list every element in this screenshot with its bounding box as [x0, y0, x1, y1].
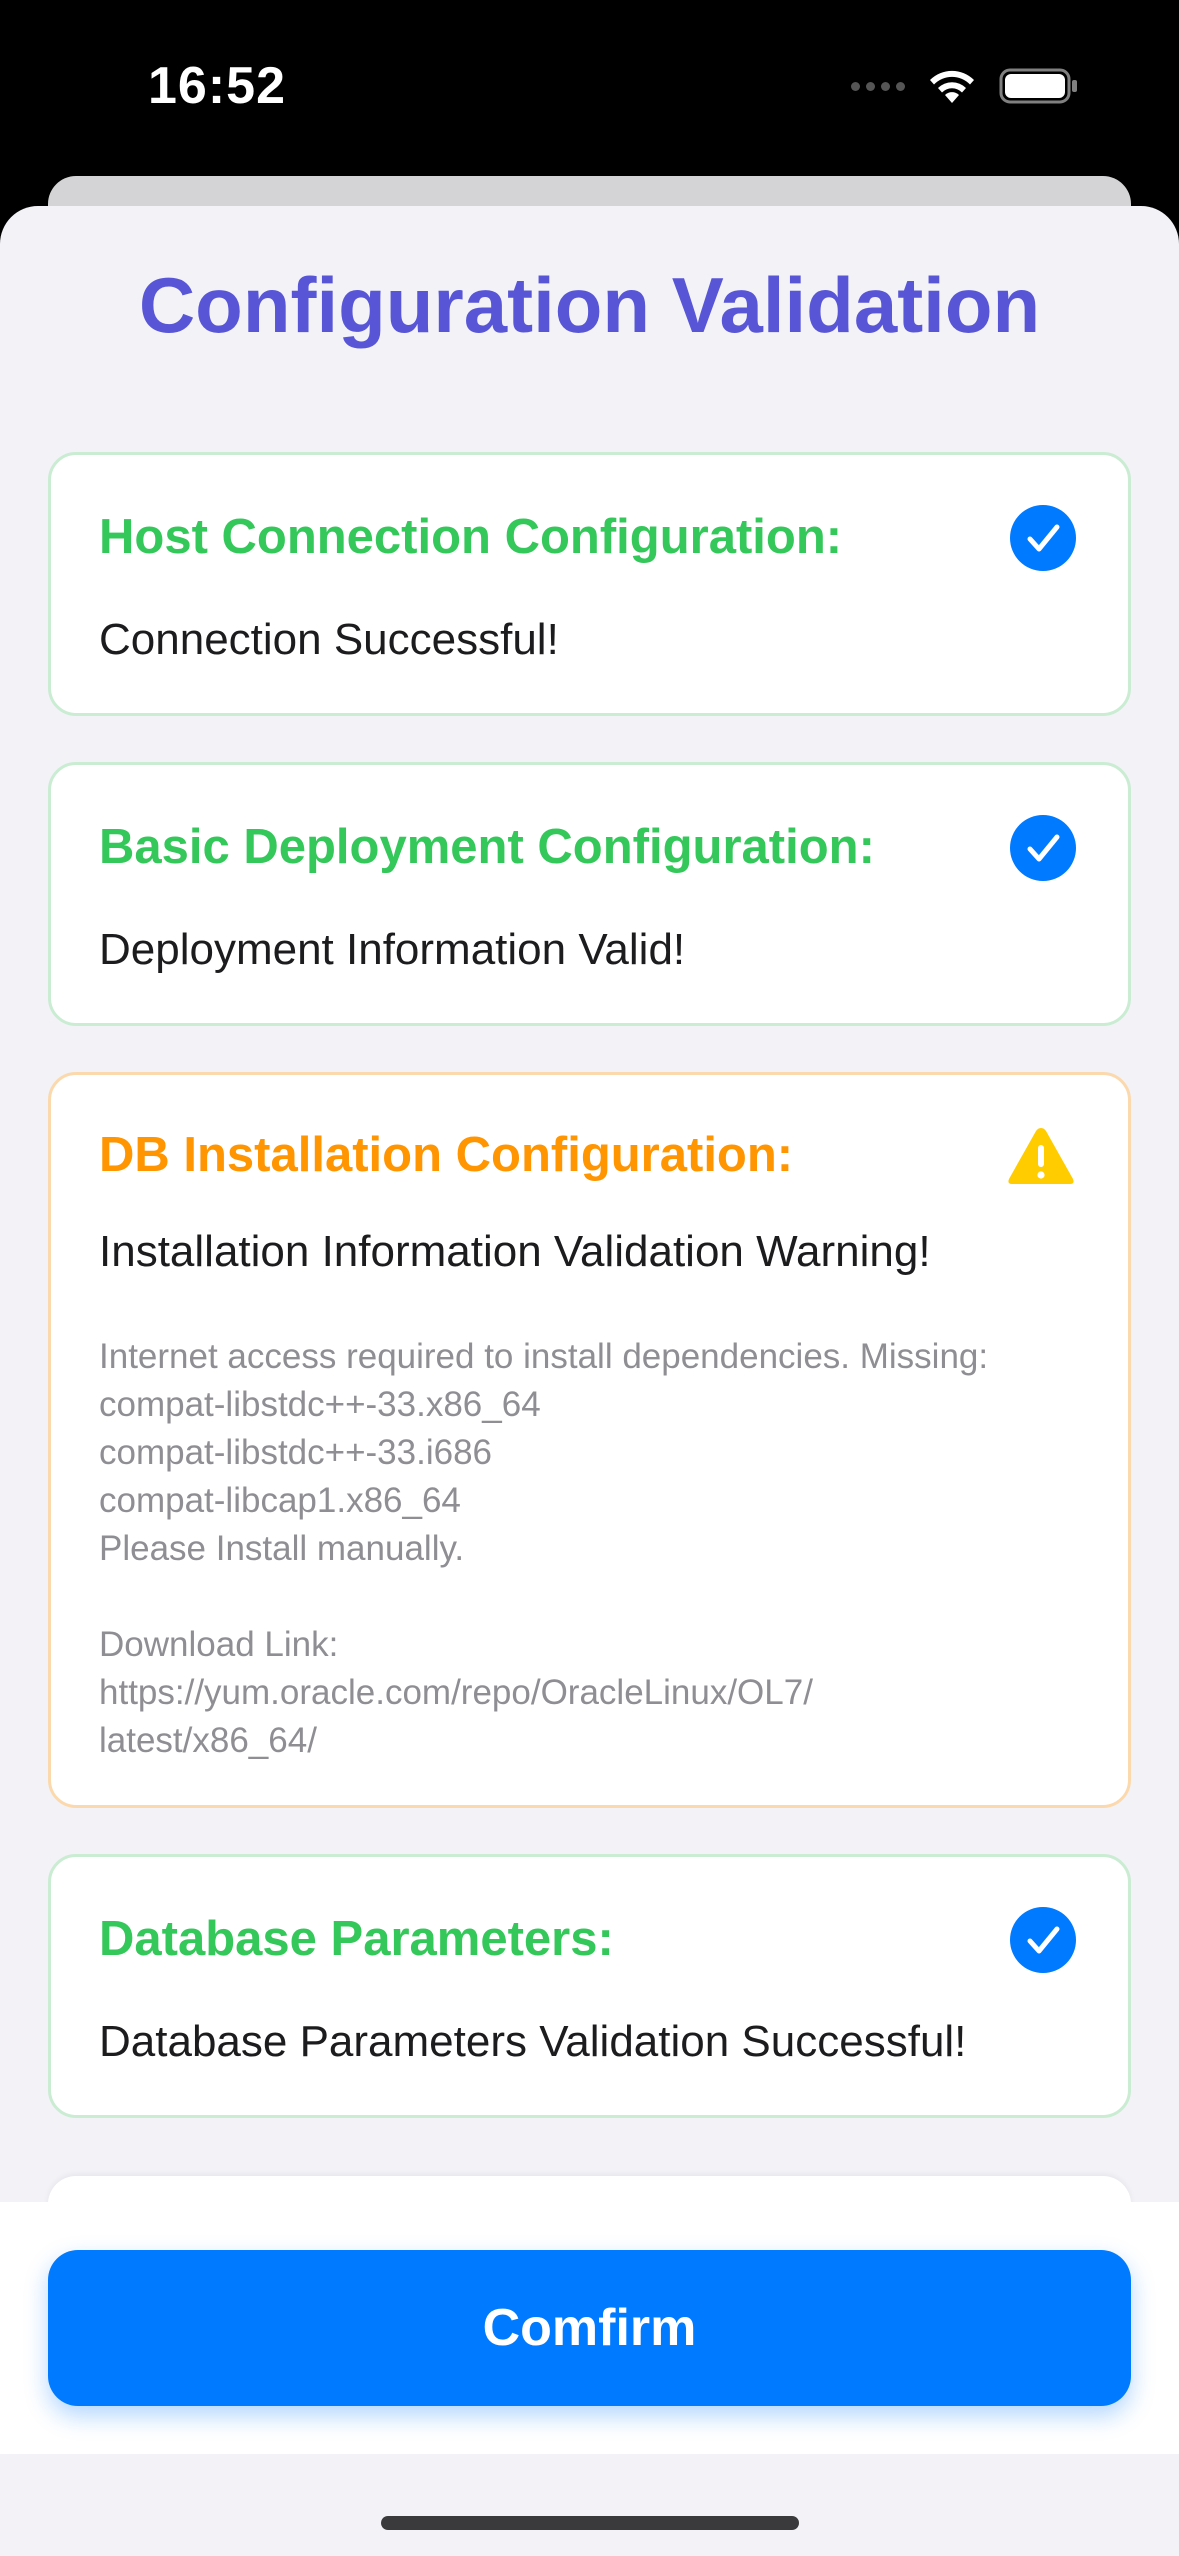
card-heading: Basic Deployment Configuration:: [99, 820, 875, 874]
validation-card-host-connection: Host Connection Configuration: Connectio…: [48, 452, 1131, 716]
bottom-action-bar: Comfirm: [0, 2202, 1179, 2556]
checkmark-circle-icon: [1010, 815, 1076, 881]
warning-triangle-icon: [1008, 1128, 1074, 1184]
wifi-icon: [930, 70, 974, 103]
validation-card-database-parameters: Database Parameters: Database Parameters…: [48, 1854, 1131, 2118]
checkmark-circle-icon: [1010, 1907, 1076, 1973]
page-title: Configuration Validation: [138, 261, 1041, 349]
card-message: Database Parameters Validation Successfu…: [99, 2017, 967, 2066]
card-details: Internet access required to install depe…: [99, 1337, 989, 1760]
status-bar: 16:52: [0, 0, 1179, 176]
checkmark-circle-icon: [1010, 505, 1076, 571]
status-time: 16:52: [148, 57, 286, 115]
validation-card-basic-deployment: Basic Deployment Configuration: Deployme…: [48, 762, 1131, 1026]
signal-dots-icon: [851, 81, 905, 91]
card-message: Deployment Information Valid!: [99, 925, 686, 974]
battery-icon: [999, 68, 1077, 104]
card-heading: Host Connection Configuration:: [99, 510, 843, 564]
status-icons: [851, 66, 1079, 106]
validation-card-db-installation: DB Installation Configuration: Installat…: [48, 1072, 1131, 1808]
card-message: Connection Successful!: [99, 615, 559, 664]
home-indicator: [381, 2516, 799, 2530]
confirm-button[interactable]: Comfirm: [48, 2250, 1131, 2406]
card-message: Installation Information Validation Warn…: [99, 1227, 931, 1276]
card-heading: Database Parameters:: [99, 1912, 614, 1966]
card-heading: DB Installation Configuration:: [99, 1128, 794, 1182]
